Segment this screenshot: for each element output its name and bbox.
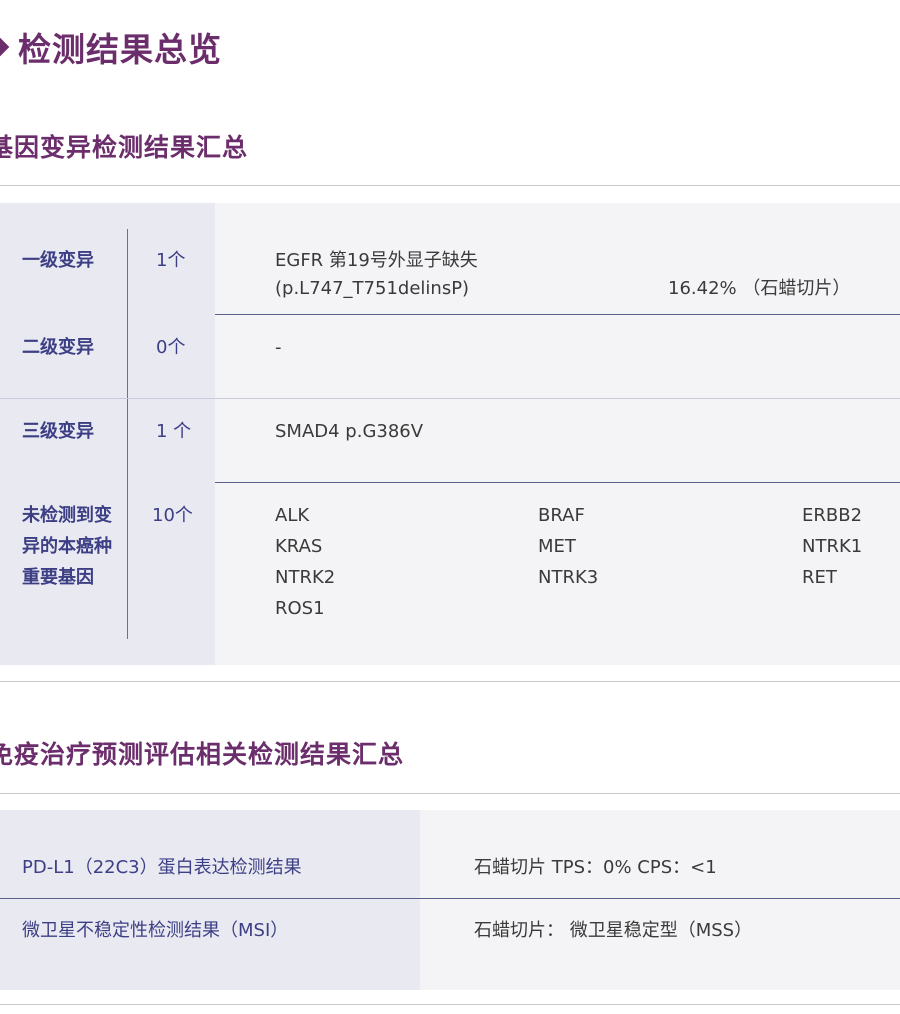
row-count-level1: 1个: [156, 250, 186, 271]
diamond-bullet-icon: [0, 35, 10, 59]
gene-name: ROS1: [275, 598, 325, 619]
row-count-level3: 1 个: [156, 421, 192, 442]
row-label-level2: 二级变异: [22, 337, 94, 358]
row-label-level1: 一级变异: [22, 250, 94, 271]
gene-name: NTRK2: [275, 567, 336, 588]
gene-name: ALK: [275, 505, 310, 526]
pdl1-label: PD-L1（22C3）蛋白表达检测结果: [22, 857, 302, 878]
divider: [0, 793, 900, 794]
variant-name: SMAD4 p.G386V: [275, 421, 424, 442]
gene-variant-table: 一级变异 1个 EGFR 第19号外显子缺失 (p.L747_T751delin…: [0, 203, 900, 665]
row-label-undetected: 异的本癌种: [22, 536, 112, 557]
page-title-text: 检测结果总览: [18, 30, 222, 69]
divider: [0, 1004, 900, 1005]
gene-name: RET: [802, 567, 837, 588]
variant-none: -: [275, 337, 282, 358]
immuno-result-table: PD-L1（22C3）蛋白表达检测结果 石蜡切片 TPS：0% CPS：<1 微…: [0, 810, 900, 990]
variant-name: EGFR 第19号外显子缺失: [275, 250, 478, 271]
divider: [0, 185, 900, 186]
divider: [0, 681, 900, 682]
page-title: 检测结果总览: [0, 22, 222, 72]
row-divider: [215, 314, 900, 315]
variant-protein-change: (p.L747_T751delinsP): [275, 278, 470, 299]
row-count-level2: 0个: [156, 337, 186, 358]
gene-name: KRAS: [275, 536, 323, 557]
row-divider: [215, 482, 900, 483]
row-label-undetected: 未检测到变: [22, 505, 112, 526]
gene-name: BRAF: [538, 505, 585, 526]
gene-name: NTRK1: [802, 536, 863, 557]
row-count-undetected: 10个: [152, 505, 193, 526]
msi-value: 石蜡切片： 微卫星稳定型（MSS）: [474, 920, 753, 941]
section-title-immuno: 免疫治疗预测评估相关检测结果汇总: [0, 740, 405, 769]
row-label-level3: 三级变异: [22, 421, 94, 442]
gene-name: NTRK3: [538, 567, 599, 588]
gene-name: ERBB2: [802, 505, 863, 526]
row-divider: [0, 898, 900, 899]
label-column: [0, 810, 420, 990]
column-divider: [127, 229, 128, 639]
msi-label: 微卫星不稳定性检测结果（MSI）: [22, 920, 289, 941]
pdl1-value: 石蜡切片 TPS：0% CPS：<1: [474, 857, 717, 878]
row-label-undetected: 重要基因: [22, 567, 94, 588]
section-title-gene: 基因变异检测结果汇总: [0, 133, 249, 162]
variant-frequency: 16.42% （石蜡切片）: [668, 278, 851, 299]
gene-name: MET: [538, 536, 576, 557]
row-divider: [0, 398, 900, 399]
